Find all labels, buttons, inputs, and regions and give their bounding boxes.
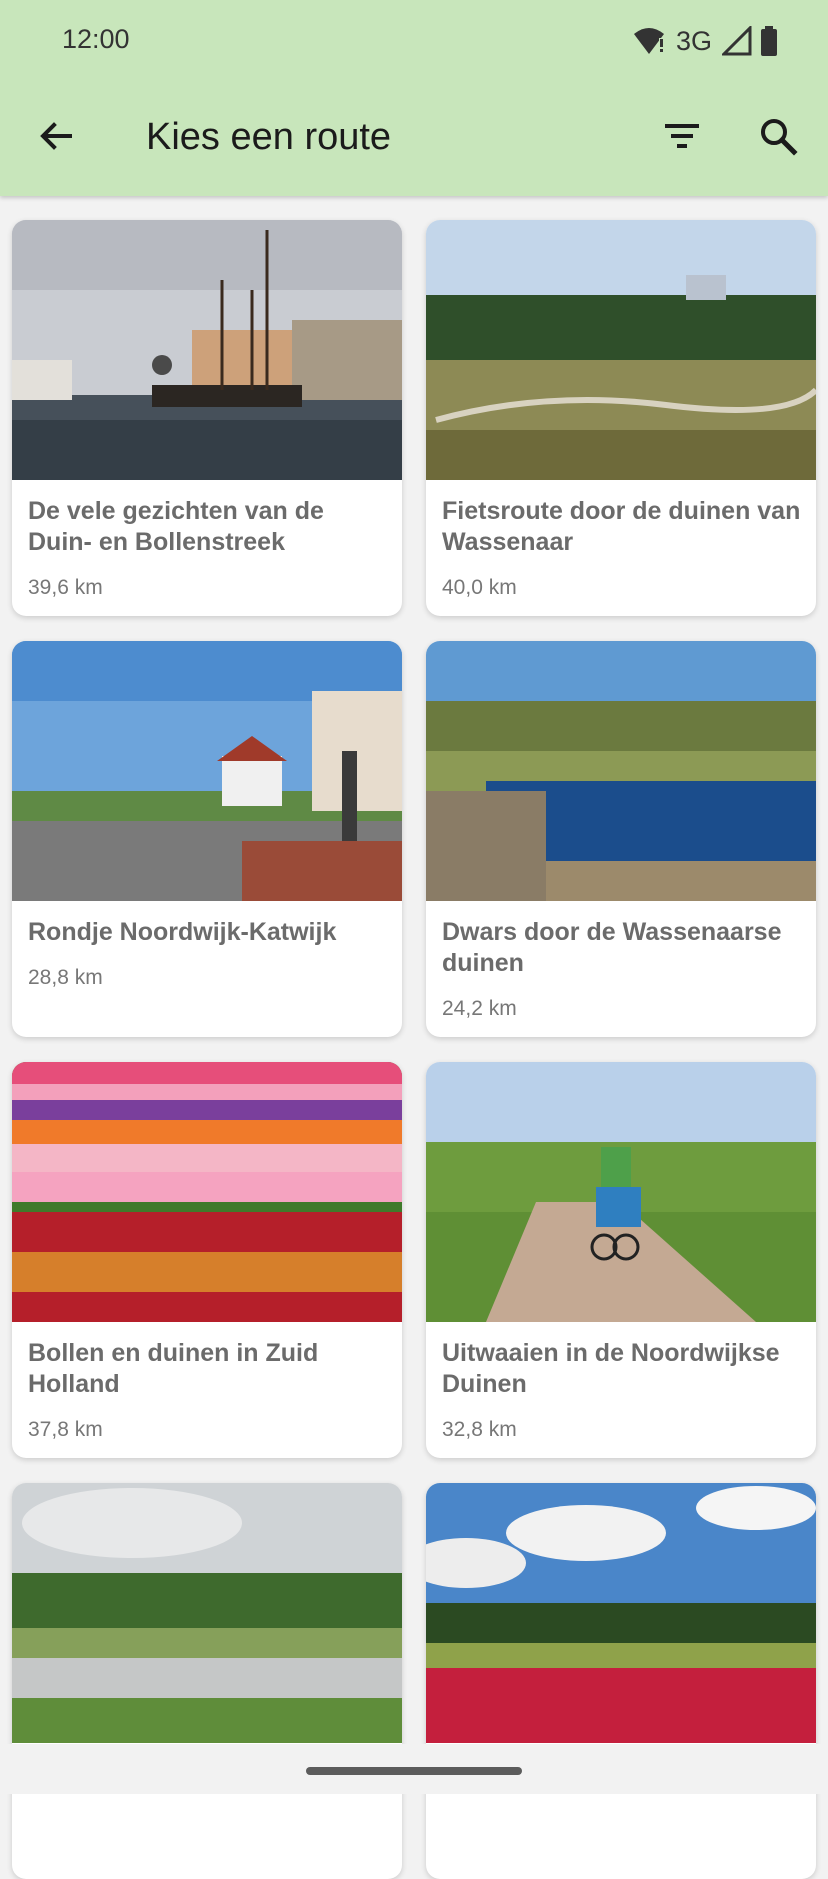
route-grid: De vele gezichten van de Duin- en Bollen… (0, 0, 828, 1879)
filter-button[interactable] (658, 112, 706, 160)
arrow-left-icon (40, 122, 72, 150)
back-button[interactable] (32, 112, 80, 160)
home-gesture-handle[interactable] (306, 1767, 522, 1775)
route-image (426, 641, 816, 901)
route-card[interactable]: Bollen en duinen in Zuid Holland 37,8 km (12, 1062, 402, 1458)
route-title: Rondje Noordwijk-Katwijk (28, 918, 337, 946)
route-image (12, 641, 402, 901)
system-nav-bar (0, 1744, 828, 1794)
route-card[interactable]: De vele gezichten van de Duin- en Bollen… (12, 220, 402, 616)
battery-icon (761, 26, 777, 56)
route-image (426, 1483, 816, 1743)
route-image (426, 1062, 816, 1322)
status-time: 12:00 (62, 24, 130, 54)
search-icon (761, 119, 798, 156)
network-type: 3G (675, 25, 712, 56)
status-icons: 3G (632, 22, 778, 60)
route-distance: 40,0 km (442, 576, 517, 599)
route-distance: 37,8 km (28, 1418, 103, 1441)
route-card[interactable]: Rondje Noordwijk-Katwijk 28,8 km (12, 641, 402, 1037)
route-title: Fietsroute door de duinen van Wassenaar (442, 497, 801, 556)
route-title: Dwars door de Wassenaarse duinen (442, 918, 782, 977)
route-title: Bollen en duinen in Zuid Holland (28, 1339, 319, 1398)
search-button[interactable] (754, 112, 802, 160)
signal-icon (722, 26, 752, 56)
filter-icon (665, 124, 699, 148)
app-bar: 12:00 3G Kies een route (0, 0, 828, 196)
route-title: Uitwaaien in de Noordwijkse Duinen (442, 1339, 780, 1398)
route-distance: 28,8 km (28, 966, 103, 989)
route-distance: 39,6 km (28, 576, 103, 599)
route-title: De vele gezichten van de Duin- en Bollen… (28, 497, 324, 556)
route-image (12, 1062, 402, 1322)
route-image (12, 220, 402, 480)
route-image (12, 1483, 402, 1743)
wifi-alert-icon (633, 28, 664, 54)
route-card[interactable] (12, 1483, 402, 1879)
route-card[interactable]: Dwars door de Wassenaarse duinen 24,2 km (426, 641, 816, 1037)
route-image (426, 220, 816, 480)
route-card[interactable] (426, 1483, 816, 1879)
route-distance: 32,8 km (442, 1418, 517, 1441)
page-title: Kies een route (146, 116, 392, 158)
route-card[interactable]: Fietsroute door de duinen van Wassenaar … (426, 220, 816, 616)
route-card[interactable]: Uitwaaien in de Noordwijkse Duinen 32,8 … (426, 1062, 816, 1458)
route-distance: 24,2 km (442, 997, 517, 1020)
